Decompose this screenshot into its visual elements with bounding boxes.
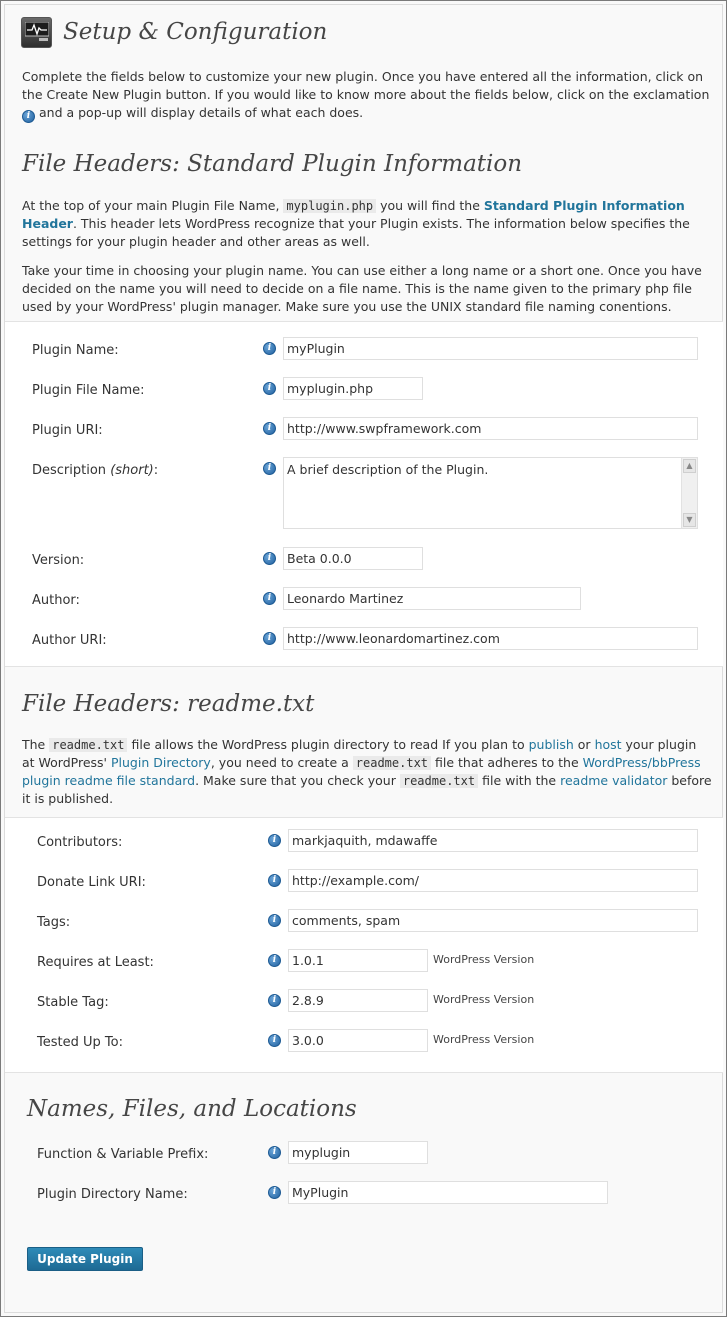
prefix-label: Function & Variable Prefix: <box>37 1147 209 1162</box>
scroll-up-icon[interactable]: ▲ <box>683 459 696 473</box>
description-value: A brief description of the Plugin. <box>287 462 489 477</box>
description-label-qualifier: (short) <box>110 463 154 478</box>
standard-p1-text: At the top of your main Plugin File Name… <box>22 198 280 213</box>
contributors-label: Contributors: <box>37 835 123 850</box>
info-icon[interactable]: i <box>263 422 276 435</box>
tags-input[interactable]: comments, spam <box>288 909 698 932</box>
standard-p1-text-3: . This header lets WordPress recognize t… <box>22 216 690 249</box>
description-label-colon: : <box>153 463 159 478</box>
stable-tag-hint: WordPress Version <box>433 993 535 1006</box>
readme-text-or: or <box>577 737 591 752</box>
info-icon[interactable]: i <box>268 1034 281 1047</box>
info-icon[interactable]: i <box>268 954 281 967</box>
requires-input[interactable]: 1.0.1 <box>288 949 428 972</box>
info-icon[interactable]: i <box>263 342 276 355</box>
requires-label: Requires at Least: <box>37 955 154 970</box>
host-link[interactable]: host <box>595 737 622 752</box>
info-icon[interactable]: i <box>263 382 276 395</box>
plugin-file-name-input[interactable]: myplugin.php <box>283 377 423 400</box>
tested-up-to-input[interactable]: 3.0.0 <box>288 1029 428 1052</box>
donate-link-label: Donate Link URI: <box>37 875 146 890</box>
tested-up-to-label: Tested Up To: <box>37 1035 123 1050</box>
readme-text-6: . Make sure that you check your <box>195 773 396 788</box>
info-icon[interactable]: i <box>268 914 281 927</box>
author-uri-input[interactable]: http://www.leonardomartinez.com <box>283 627 698 650</box>
info-icon[interactable]: i <box>268 1146 281 1159</box>
code-readme: readme.txt <box>399 774 479 788</box>
directory-name-input[interactable]: MyPlugin <box>288 1181 608 1204</box>
scroll-down-icon[interactable]: ▼ <box>683 513 696 527</box>
intro-text: Complete the fields below to customize y… <box>22 68 712 123</box>
plugin-file-name-label: Plugin File Name: <box>32 383 145 398</box>
monitor-icon <box>21 17 52 48</box>
info-icon[interactable]: i <box>263 552 276 565</box>
textarea-scrollbar[interactable]: ▲ ▼ <box>681 458 697 528</box>
plugin-uri-label: Plugin URI: <box>32 423 103 438</box>
section-heading-readme: File Headers: readme.txt <box>22 691 315 717</box>
description-label-text: Description <box>32 463 107 478</box>
intro-text-part1: Complete the fields below to customize y… <box>22 69 710 102</box>
plugin-name-input[interactable]: myPlugin <box>283 337 698 360</box>
stable-tag-input[interactable]: 2.8.9 <box>288 989 428 1012</box>
info-icon[interactable]: i <box>268 994 281 1007</box>
tags-label: Tags: <box>37 915 71 930</box>
standard-paragraph-2: Take your time in choosing your plugin n… <box>22 263 702 314</box>
page-title: Setup & Configuration <box>63 19 328 45</box>
tested-up-to-hint: WordPress Version <box>433 1033 535 1046</box>
readme-text-2: file allows the WordPress plugin directo… <box>131 737 525 752</box>
update-plugin-button[interactable]: Update Plugin <box>27 1247 143 1271</box>
info-icon[interactable]: i <box>263 462 276 475</box>
plugin-directory-link[interactable]: Plugin Directory <box>111 755 211 770</box>
readme-text-4: , you need to create a <box>210 755 349 770</box>
prefix-input[interactable]: myplugin <box>288 1141 428 1164</box>
readme-text-7: file with the <box>482 773 557 788</box>
info-icon[interactable]: i <box>268 1186 281 1199</box>
requires-hint: WordPress Version <box>433 953 535 966</box>
publish-link[interactable]: publish <box>529 737 574 752</box>
info-icon[interactable]: i <box>268 834 281 847</box>
donate-link-input[interactable]: http://example.com/ <box>288 869 698 892</box>
version-label: Version: <box>32 553 85 568</box>
page-frame: Setup & Configuration Complete the field… <box>0 0 727 1317</box>
info-icon[interactable]: i <box>22 110 35 123</box>
standard-paragraph-1: At the top of your main Plugin File Name… <box>22 197 712 251</box>
stable-tag-label: Stable Tag: <box>37 995 109 1010</box>
readme-text: The <box>22 737 46 752</box>
info-icon[interactable]: i <box>263 632 276 645</box>
version-input[interactable]: Beta 0.0.0 <box>283 547 423 570</box>
readme-paragraph: The readme.txt file allows the WordPress… <box>22 736 712 808</box>
standard-p1-text-2: you will find the <box>380 198 480 213</box>
description-textarea[interactable]: A brief description of the Plugin. ▲ ▼ <box>283 457 698 529</box>
author-uri-label: Author URI: <box>32 633 107 648</box>
directory-name-label: Plugin Directory Name: <box>37 1187 188 1202</box>
contributors-input[interactable]: markjaquith, mdawaffe <box>288 829 698 852</box>
section-heading-standard: File Headers: Standard Plugin Informatio… <box>22 151 523 177</box>
description-label: Description (short): <box>32 463 158 478</box>
section-heading-names: Names, Files, and Locations <box>27 1096 357 1122</box>
code-readme: readme.txt <box>352 756 432 770</box>
plugin-uri-input[interactable]: http://www.swpframework.com <box>283 417 698 440</box>
readme-text-5: file that adheres to the <box>435 755 579 770</box>
info-icon[interactable]: i <box>263 592 276 605</box>
readme-validator-link[interactable]: readme validator <box>560 773 667 788</box>
code-readme: readme.txt <box>49 738 128 752</box>
intro-text-part2: and a pop-up will display details of wha… <box>38 105 364 120</box>
plugin-name-label: Plugin Name: <box>32 343 119 358</box>
author-label: Author: <box>32 593 80 608</box>
info-icon[interactable]: i <box>268 874 281 887</box>
author-input[interactable]: Leonardo Martinez <box>283 587 581 610</box>
code-filename: myplugin.php <box>283 199 377 213</box>
